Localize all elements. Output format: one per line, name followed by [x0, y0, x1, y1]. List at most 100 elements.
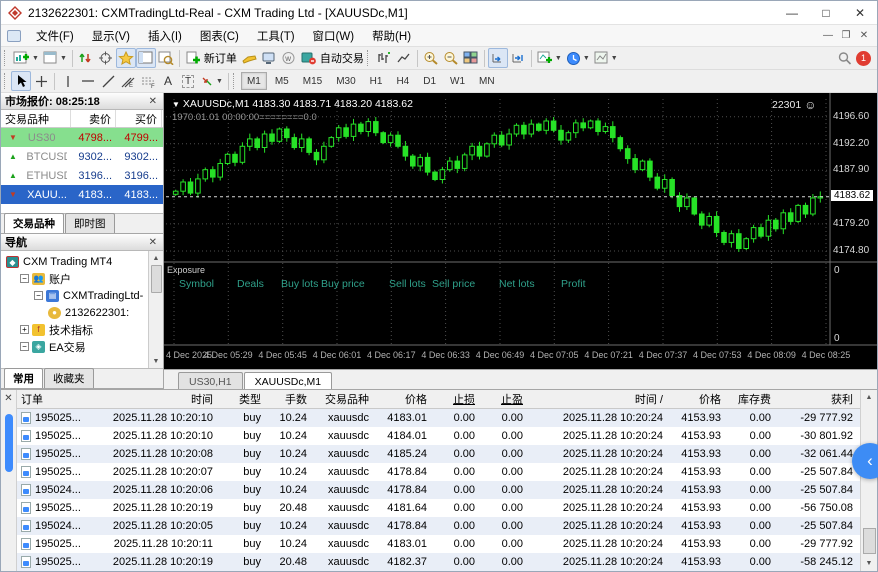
market-watch-tab-1[interactable]: 即时图: [65, 213, 115, 233]
orders-column-0[interactable]: 订单: [17, 391, 103, 407]
order-row[interactable]: 195025...2025.11.28 10:20:19buy20.48xauu…: [17, 553, 860, 571]
tree-expander-icon[interactable]: −: [20, 342, 29, 351]
order-row[interactable]: 195025...2025.11.28 10:20:07buy10.24xauu…: [17, 463, 860, 481]
timeframe-button-H4[interactable]: H4: [390, 72, 415, 90]
mw-col-ask[interactable]: 买价: [116, 110, 162, 127]
scroll-down-icon[interactable]: ▼: [866, 556, 873, 571]
terminal-close-icon[interactable]: ✕: [4, 390, 12, 406]
equidistant-channel-button[interactable]: E: [118, 71, 138, 91]
orders-column-7[interactable]: 止盈: [481, 391, 529, 407]
profiles-button[interactable]: ▼: [41, 48, 69, 68]
orders-column-4[interactable]: 交易品种: [313, 391, 375, 407]
periods-button[interactable]: ▼: [564, 48, 592, 68]
vertical-line-button[interactable]: [58, 71, 78, 91]
timeframe-button-W1[interactable]: W1: [444, 72, 471, 90]
fibonacci-button[interactable]: F: [138, 71, 158, 91]
mw-col-symbol[interactable]: 交易品种: [1, 110, 71, 127]
crosshair-tool-button[interactable]: [31, 71, 51, 91]
tree-expander-icon[interactable]: −: [34, 291, 43, 300]
indicators-button[interactable]: ▼: [535, 48, 564, 68]
timeframe-button-MN[interactable]: MN: [473, 72, 501, 90]
trendline-button[interactable]: [98, 71, 118, 91]
market-watch-tab-0[interactable]: 交易品种: [4, 213, 64, 233]
orders-column-11[interactable]: 获利: [777, 391, 859, 407]
navigator-scrollbar[interactable]: ▲ ▼: [148, 251, 163, 368]
templates-button[interactable]: ▼: [592, 48, 620, 68]
navigator-tab-1[interactable]: 收藏夹: [44, 368, 94, 388]
autotrade-button[interactable]: 自动交易: [299, 48, 366, 68]
market-watch-row-BTCUSD[interactable]: ▲BTCUSD9302...9302...: [1, 147, 163, 166]
line-chart-button[interactable]: [394, 48, 414, 68]
menu-item-3[interactable]: 图表(C): [191, 25, 248, 46]
scroll-up-icon[interactable]: ▲: [153, 251, 160, 265]
market-watch-row-US30[interactable]: ▼US304798...4799...: [1, 128, 163, 147]
menu-item-1[interactable]: 显示(V): [83, 25, 139, 46]
timeframe-button-M15[interactable]: M15: [297, 72, 328, 90]
child-window-icon[interactable]: [7, 30, 21, 42]
orders-column-6[interactable]: 止损: [433, 391, 481, 407]
scroll-up-icon[interactable]: ▲: [866, 390, 873, 405]
order-row[interactable]: 195025...2025.11.28 10:20:08buy10.24xauu…: [17, 445, 860, 463]
new-chart-button[interactable]: ▼: [11, 48, 41, 68]
market-watch-row-ETHUSD[interactable]: ▲ETHUSD3196...3196...: [1, 166, 163, 185]
child-close-button[interactable]: ✕: [855, 30, 873, 41]
orders-column-8[interactable]: 时间 /: [529, 391, 669, 407]
toolbar-grip[interactable]: [4, 50, 8, 66]
data-window-button[interactable]: [136, 48, 156, 68]
tree-item-4[interactable]: +f技术指标: [1, 321, 148, 338]
tree-expander-icon[interactable]: +: [20, 325, 29, 334]
chevron-down-icon[interactable]: ▼: [172, 100, 180, 109]
scrollbar-thumb[interactable]: [151, 265, 162, 293]
orders-column-2[interactable]: 类型: [219, 391, 267, 407]
tile-windows-button[interactable]: [461, 48, 481, 68]
timeframe-button-M30[interactable]: M30: [330, 72, 361, 90]
navigator-close-icon[interactable]: ✕: [147, 237, 159, 248]
tree-item-5[interactable]: −◈EA交易: [1, 338, 148, 355]
timeframe-button-M5[interactable]: M5: [269, 72, 295, 90]
orders-column-9[interactable]: 价格: [669, 391, 727, 407]
mw-col-bid[interactable]: 卖价: [71, 110, 116, 127]
tree-item-3[interactable]: ●2132622301:: [1, 304, 148, 321]
timeframe-button-M1[interactable]: M1: [241, 72, 267, 90]
cursor-button[interactable]: [11, 71, 31, 91]
child-minimize-button[interactable]: —: [819, 30, 837, 41]
tree-item-2[interactable]: −▤CXMTradingLtd-: [1, 287, 148, 304]
close-button[interactable]: ✕: [843, 1, 877, 24]
order-row[interactable]: 195024...2025.11.28 10:20:06buy10.24xauu…: [17, 481, 860, 499]
timeframe-button-H1[interactable]: H1: [364, 72, 389, 90]
bar-chart-button[interactable]: [374, 48, 394, 68]
toolbar-grip[interactable]: [4, 73, 8, 89]
maximize-button[interactable]: □: [809, 1, 843, 24]
history-center-button[interactable]: [259, 48, 279, 68]
horizontal-line-button[interactable]: [78, 71, 98, 91]
child-restore-button[interactable]: ❐: [837, 30, 855, 41]
order-row[interactable]: 195025...2025.11.28 10:20:11buy10.24xauu…: [17, 535, 860, 553]
search-icon[interactable]: [834, 48, 854, 68]
order-row[interactable]: 195024...2025.11.28 10:20:05buy10.24xauu…: [17, 517, 860, 535]
order-row[interactable]: 195025...2025.11.28 10:20:19buy20.48xauu…: [17, 499, 860, 517]
market-watch-button[interactable]: [76, 48, 96, 68]
menu-item-5[interactable]: 窗口(W): [304, 25, 364, 46]
orders-column-10[interactable]: 库存费: [727, 391, 777, 407]
tree-item-1[interactable]: −👥账户: [1, 270, 148, 287]
chart-shift-button[interactable]: [508, 48, 528, 68]
favorites-button[interactable]: [116, 48, 136, 68]
label-tool-button[interactable]: T: [178, 71, 198, 91]
auto-scroll-button[interactable]: [488, 48, 508, 68]
menu-item-2[interactable]: 插入(I): [139, 25, 191, 46]
market-watch-close-icon[interactable]: ✕: [147, 96, 159, 107]
new-order-button[interactable]: 新订单: [183, 48, 239, 68]
toolbar-grip[interactable]: [233, 73, 237, 89]
terminal-scrollbar[interactable]: ▲ ▼: [860, 390, 877, 571]
menu-item-4[interactable]: 工具(T): [248, 25, 304, 46]
order-row[interactable]: 195025...2025.11.28 10:20:10buy10.24xauu…: [17, 427, 860, 445]
zoom-out-button[interactable]: [441, 48, 461, 68]
orders-column-5[interactable]: 价格: [375, 391, 433, 407]
terminal-blue-indicator[interactable]: [5, 414, 13, 472]
strategy-tester-button[interactable]: [156, 48, 176, 68]
zoom-in-button[interactable]: [421, 48, 441, 68]
menu-item-6[interactable]: 帮助(H): [363, 25, 420, 46]
chart-area[interactable]: 4196.604192.204187.904179.204174.804183.…: [164, 93, 877, 369]
orders-column-3[interactable]: 手数: [267, 391, 313, 407]
menu-item-0[interactable]: 文件(F): [27, 25, 83, 46]
